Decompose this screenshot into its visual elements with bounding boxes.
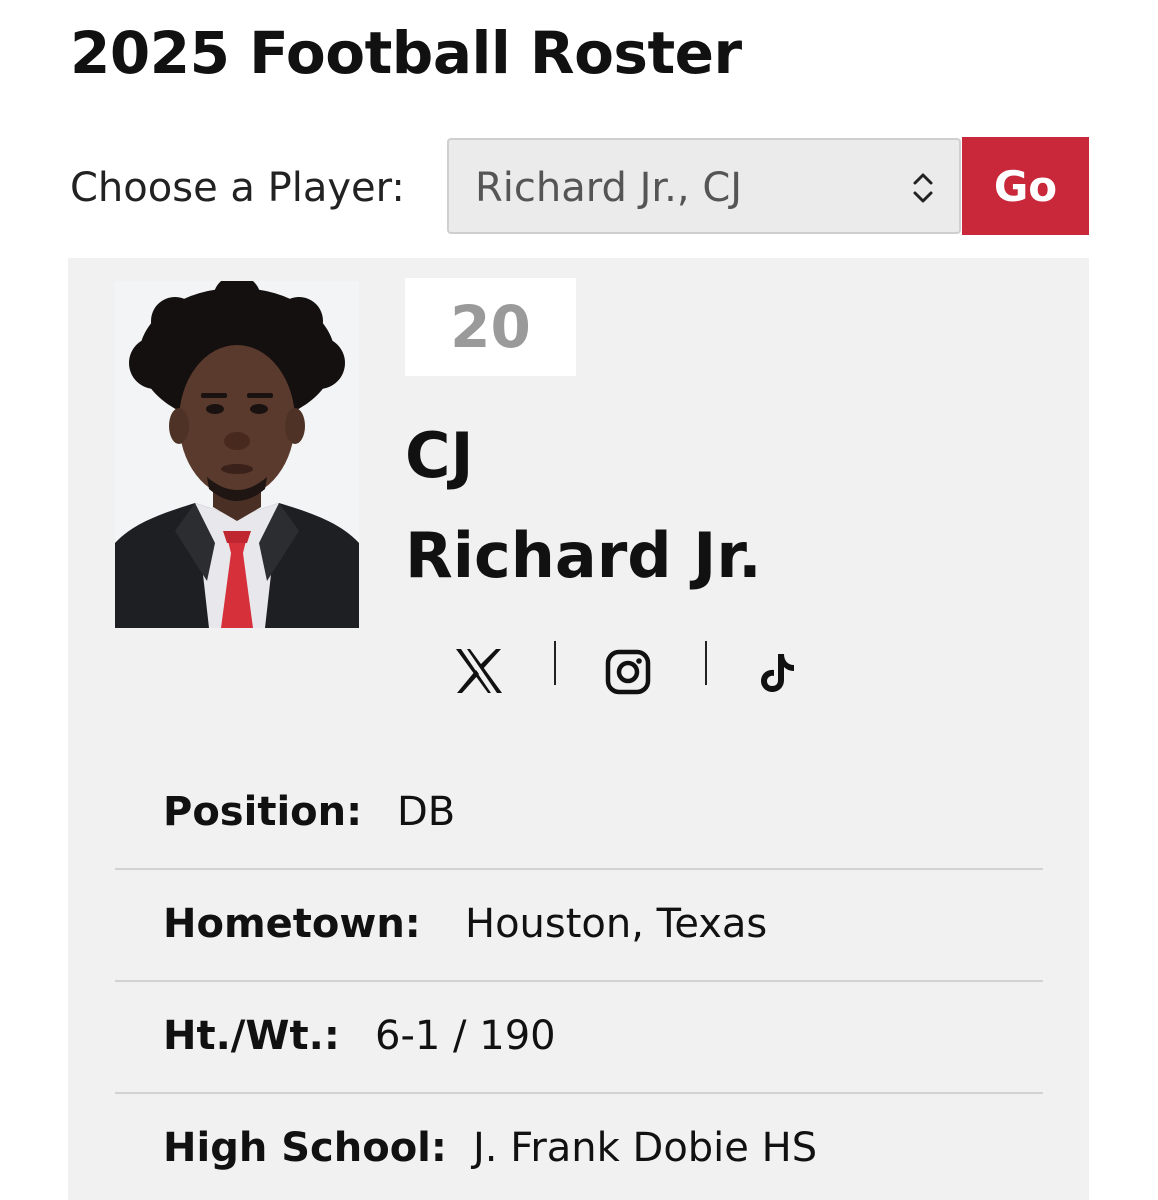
roster-page: 2025 Football Roster Choose a Player: Ri… [0, 0, 1158, 1200]
jersey-number-box: 20 [405, 278, 576, 376]
info-row-height-weight: Ht./Wt.: 6-1 / 190 [115, 982, 1043, 1094]
info-row-high-school: High School: J. Frank Dobie HS [115, 1094, 1043, 1200]
player-select[interactable]: Richard Jr., CJ [447, 138, 961, 234]
info-row-hometown: Hometown: Houston, Texas [115, 870, 1043, 982]
instagram-icon[interactable] [605, 646, 651, 696]
info-value: DB [397, 789, 456, 835]
select-arrows-icon [913, 173, 933, 203]
choose-player-label: Choose a Player: [70, 165, 405, 211]
social-divider [554, 641, 556, 685]
player-last-name: Richard Jr. [405, 519, 762, 592]
social-divider [705, 641, 707, 685]
info-row-position: Position: DB [115, 758, 1043, 870]
page-title: 2025 Football Roster [70, 19, 742, 87]
player-card: 20 CJ Richard Jr. Position: DB Hometown:… [68, 258, 1089, 1200]
jersey-number: 20 [450, 293, 531, 361]
tiktok-icon[interactable] [758, 646, 798, 696]
info-label: Hometown: [163, 901, 421, 947]
x-icon[interactable] [452, 646, 506, 696]
info-label: High School: [163, 1125, 447, 1171]
player-photo [115, 281, 359, 628]
player-first-name: CJ [405, 419, 474, 492]
go-button[interactable]: Go [962, 137, 1089, 235]
info-label: Position: [163, 789, 363, 835]
info-value: J. Frank Dobie HS [473, 1125, 818, 1171]
player-select-value: Richard Jr., CJ [475, 165, 743, 211]
info-label: Ht./Wt.: [163, 1013, 340, 1059]
info-value: Houston, Texas [465, 901, 768, 947]
info-value: 6-1 / 190 [375, 1013, 556, 1059]
